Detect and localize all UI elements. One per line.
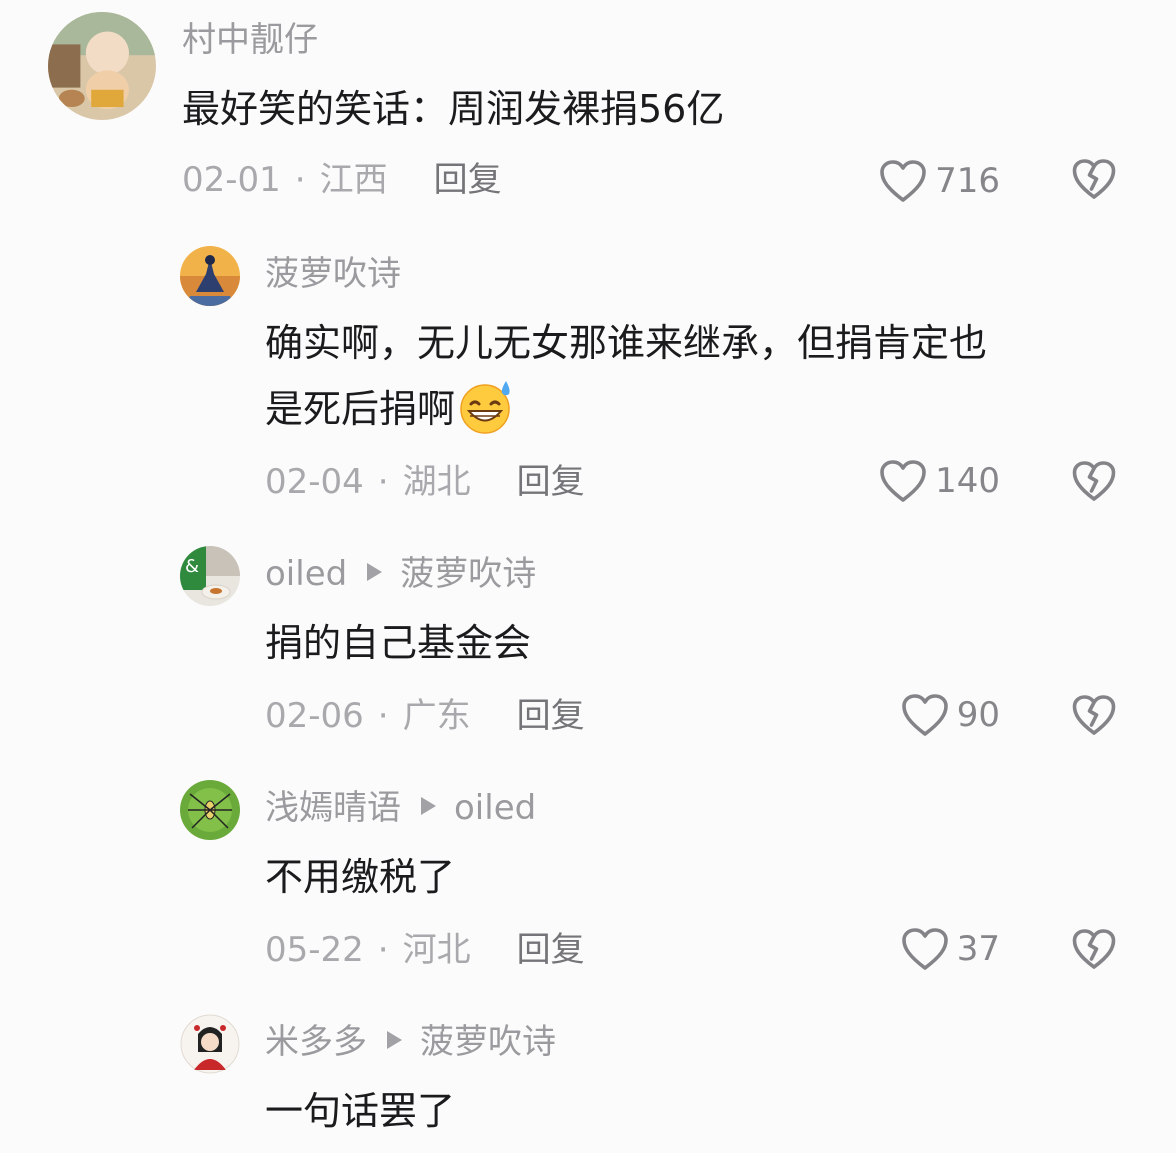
broken-heart-icon: [1072, 929, 1116, 969]
avatar[interactable]: [180, 780, 240, 840]
heart-outline-icon: [880, 160, 926, 202]
like-count: 716: [935, 161, 1000, 201]
comment-date: 02-01: [182, 160, 281, 200]
like-count: 140: [935, 461, 1000, 501]
play-arrow-icon: [367, 563, 383, 581]
heart-outline-icon: [880, 460, 926, 502]
reply-button[interactable]: 回复: [434, 160, 502, 200]
play-arrow-icon: [387, 1031, 402, 1049]
comment-location: 河北: [402, 930, 471, 970]
reply-button[interactable]: 回复: [517, 930, 585, 970]
comment-author[interactable]: 浅嫣晴语: [265, 788, 401, 828]
broken-heart-icon: [1072, 461, 1116, 501]
grinning-sweat-emoji: [457, 378, 515, 436]
broken-heart-icon: [1072, 159, 1116, 199]
broken-heart-icon: [1072, 695, 1116, 735]
reply-author-line: oiled 菠萝吹诗: [265, 554, 536, 594]
comment-author[interactable]: 村中靓仔: [182, 20, 318, 60]
reply-to-author[interactable]: 菠萝吹诗: [400, 554, 536, 594]
heart-outline-icon: [901, 928, 948, 970]
comment-date: 05-22: [265, 930, 364, 970]
comment-author[interactable]: oiled: [265, 554, 347, 594]
comment-text: 确实啊，无儿无女那谁来继承，但捐肯定也 是死后捐啊: [265, 310, 987, 442]
comment-text: 捐的自己基金会: [265, 621, 532, 665]
comment-text-line: 确实啊，无儿无女那谁来继承，但捐肯定也: [265, 321, 988, 365]
heart-outline-icon: [901, 694, 948, 736]
like-count: 90: [956, 695, 1000, 735]
dislike-button[interactable]: [1072, 460, 1116, 504]
comment-meta: 05-22 · 河北 回复: [265, 930, 585, 970]
comment-author[interactable]: 菠萝吹诗: [265, 254, 401, 294]
comment-text: 不用缴税了: [265, 855, 456, 899]
comment-meta: 02-04 · 湖北 回复: [265, 462, 585, 502]
reply-to-author[interactable]: oiled: [454, 788, 536, 828]
reply-author-line: 浅嫣晴语 oiled: [265, 788, 536, 828]
comment-location: 湖北: [402, 462, 471, 502]
reply-button[interactable]: 回复: [517, 696, 585, 736]
comment-text-line: 是死后捐啊: [265, 376, 987, 442]
avatar[interactable]: [180, 246, 240, 306]
reply-to-author[interactable]: 菠萝吹诗: [420, 1022, 556, 1062]
comment-text: 最好笑的笑话：周润发裸捐56亿: [182, 87, 725, 131]
comment-location: 江西: [319, 160, 388, 200]
reply-button[interactable]: 回复: [517, 462, 585, 502]
comment-location: 广东: [402, 696, 471, 736]
like-button[interactable]: 716: [860, 158, 1000, 204]
avatar[interactable]: &: [180, 546, 240, 606]
reply-author-line: 米多多 菠萝吹诗: [265, 1022, 556, 1062]
comment-text: 一句话罢了: [265, 1089, 456, 1133]
like-button[interactable]: 140: [860, 458, 1000, 504]
avatar[interactable]: [180, 1014, 240, 1074]
svg-text:&: &: [185, 556, 199, 577]
like-button[interactable]: 37: [860, 926, 1000, 972]
dislike-button[interactable]: [1072, 928, 1116, 972]
play-arrow-icon: [421, 797, 436, 815]
comment-date: 02-06: [265, 696, 364, 736]
comment-meta: 02-06 · 广东 回复: [265, 696, 585, 736]
like-count: 37: [956, 929, 1000, 969]
like-button[interactable]: 90: [860, 692, 1000, 738]
comment-date: 02-04: [265, 462, 364, 502]
comment-author[interactable]: 米多多: [265, 1022, 367, 1062]
comment-meta: 02-01 · 江西 回复: [182, 160, 502, 200]
dislike-button[interactable]: [1072, 158, 1116, 202]
dislike-button[interactable]: [1072, 694, 1116, 738]
avatar[interactable]: [48, 12, 156, 120]
